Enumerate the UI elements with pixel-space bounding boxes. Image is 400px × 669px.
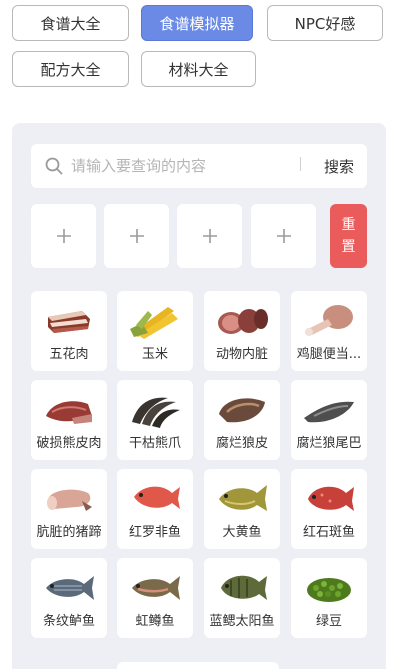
ingredient-name: 鸡腿便当... <box>296 347 362 362</box>
sausage-icon <box>218 309 268 334</box>
search-divider <box>300 157 301 171</box>
ingredient-name: 腐烂狼尾巴 <box>296 436 362 451</box>
ingredient-name: 条纹鲈鱼 <box>42 614 95 629</box>
ingredient-item[interactable]: 动物内脏 <box>204 291 280 371</box>
rainbow-trout-icon <box>132 576 180 600</box>
ingredient-name: 破损熊皮肉 <box>36 436 102 451</box>
ingredient-name: 蓝鳃太阳鱼 <box>209 614 275 629</box>
ingredient-name: 红石斑鱼 <box>302 525 355 540</box>
plus-icon <box>56 229 71 243</box>
chicken-leg-icon <box>305 305 353 336</box>
ingredient-name: 红罗非鱼 <box>128 525 181 540</box>
search-input[interactable] <box>71 154 293 178</box>
next-card-partial <box>117 662 279 669</box>
ingredient-item[interactable]: 大黄鱼 <box>204 469 280 549</box>
pig-trotter-icon <box>47 489 92 511</box>
pork-belly-icon <box>48 311 90 333</box>
tab-recipe-collection[interactable]: 食谱大全 <box>12 5 129 41</box>
bluegill-icon <box>221 575 267 600</box>
ingredient-slot-3[interactable] <box>177 204 242 268</box>
bear-meat-icon <box>46 401 92 424</box>
wolf-pelt-icon <box>219 398 265 423</box>
ingredient-item[interactable]: 肮脏的猪蹄 <box>31 469 107 549</box>
ingredient-item[interactable]: 腐烂狼尾巴 <box>291 380 367 460</box>
plus-icon <box>129 229 144 243</box>
mung-bean-icon <box>307 578 351 602</box>
ingredient-item[interactable]: 条纹鲈鱼 <box>31 558 107 638</box>
ingredient-slot-1[interactable] <box>31 204 96 268</box>
yellow-croaker-icon <box>219 485 267 511</box>
ingredient-name: 虹鳟鱼 <box>135 614 175 629</box>
reset-label-2: 置 <box>341 239 356 255</box>
ingredient-name: 玉米 <box>141 347 168 362</box>
ingredient-item[interactable]: 蓝鳃太阳鱼 <box>204 558 280 638</box>
ingredient-slot-4[interactable] <box>251 204 316 268</box>
ingredient-item[interactable]: 干枯熊爪 <box>117 380 193 460</box>
ingredient-item[interactable]: 绿豆 <box>291 558 367 638</box>
tab-formula-collection[interactable]: 配方大全 <box>12 51 129 87</box>
reset-button[interactable]: 重 置 <box>330 204 367 268</box>
ingredient-name: 五花肉 <box>49 347 89 362</box>
ingredient-item[interactable]: 玉米 <box>117 291 193 371</box>
ingredient-item[interactable]: 腐烂狼皮 <box>204 380 280 460</box>
plus-icon <box>202 229 217 243</box>
ingredient-item[interactable]: 鸡腿便当... <box>291 291 367 371</box>
tab-material-collection[interactable]: 材料大全 <box>141 51 256 87</box>
tab-npc-favor[interactable]: NPC好感 <box>267 5 383 41</box>
wolf-tail-icon <box>304 401 354 423</box>
search-button[interactable]: 搜索 <box>311 144 367 188</box>
red-tilapia-icon <box>134 486 180 509</box>
ingredient-item[interactable]: 虹鳟鱼 <box>117 558 193 638</box>
search-icon <box>45 157 63 175</box>
bear-claw-icon <box>132 397 180 428</box>
tab-recipe-simulator[interactable]: 食谱模拟器 <box>141 5 253 41</box>
ingredient-item[interactable]: 破损熊皮肉 <box>31 380 107 460</box>
ingredient-item[interactable]: 红石斑鱼 <box>291 469 367 549</box>
ingredient-name: 干枯熊爪 <box>128 436 181 451</box>
ingredient-name: 腐烂狼皮 <box>215 436 268 451</box>
reset-label-1: 重 <box>341 217 356 233</box>
ingredient-name: 绿豆 <box>315 614 342 629</box>
ingredient-slot-2[interactable] <box>104 204 169 268</box>
ingredient-name: 大黄鱼 <box>222 525 262 540</box>
striped-bass-icon <box>46 576 94 600</box>
ingredient-name: 动物内脏 <box>215 347 268 362</box>
corn-icon <box>130 307 178 339</box>
red-grouper-icon <box>308 486 354 511</box>
ingredient-name: 肮脏的猪蹄 <box>36 525 102 540</box>
ingredient-item[interactable]: 五花肉 <box>31 291 107 371</box>
plus-icon <box>276 229 291 243</box>
search-bar: 搜索 <box>31 144 367 188</box>
ingredient-item[interactable]: 红罗非鱼 <box>117 469 193 549</box>
